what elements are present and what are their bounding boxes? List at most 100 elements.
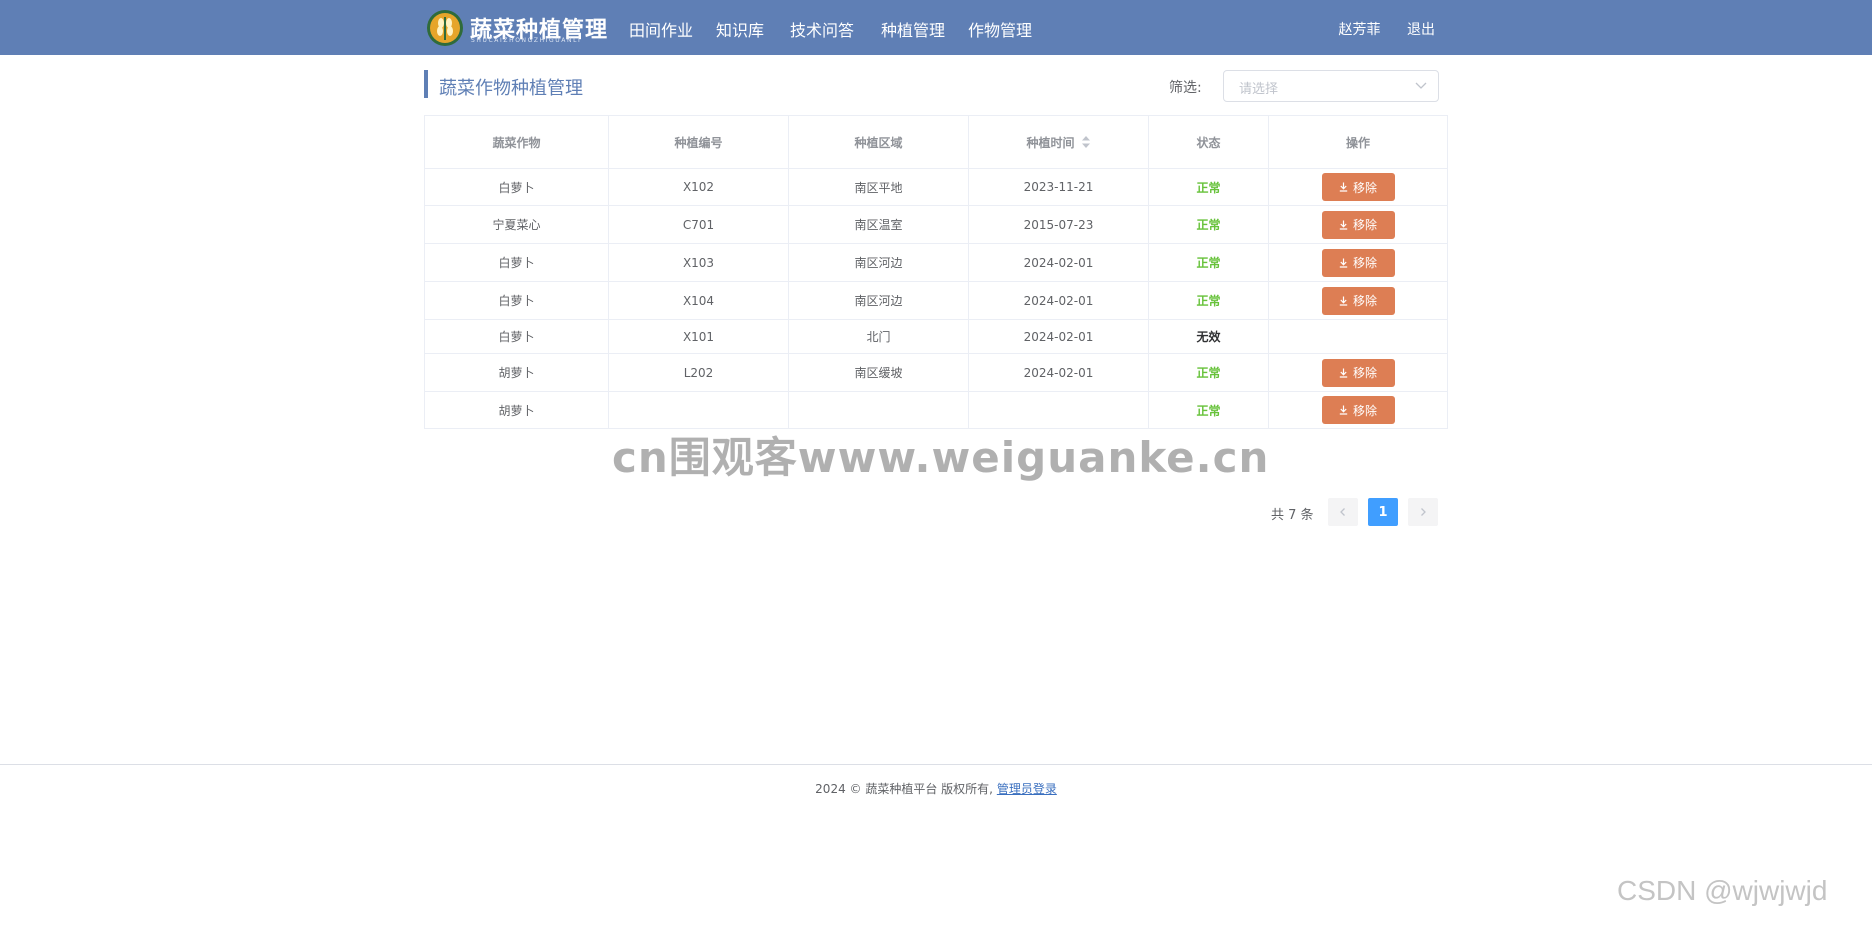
cell-date: 2015-07-23 bbox=[969, 206, 1149, 243]
cell-status: 正常 bbox=[1149, 282, 1269, 319]
cell-status: 无效 bbox=[1149, 320, 1269, 353]
remove-button-label: 移除 bbox=[1352, 403, 1377, 418]
page-title: 蔬菜作物种植管理 bbox=[439, 78, 583, 99]
cell-crop: 白萝卜 bbox=[425, 169, 609, 205]
table-row: 胡萝卜 L202 南区缓坡 2024-02-01 正常 移除 bbox=[425, 354, 1448, 392]
column-header-date-label: 种植时间 bbox=[1026, 135, 1075, 150]
cell-actions: 移除 bbox=[1269, 392, 1448, 428]
cell-actions: 移除 bbox=[1269, 169, 1448, 205]
column-header-status: 状态 bbox=[1149, 116, 1269, 168]
cell-code: L202 bbox=[609, 354, 789, 391]
nav-item-knowledge[interactable]: 知识库 bbox=[716, 17, 764, 41]
cell-date: 2024-02-01 bbox=[969, 354, 1149, 391]
cell-area: 南区河边 bbox=[789, 282, 969, 319]
table-row: 白萝卜 X101 北门 2024-02-01 无效 bbox=[425, 320, 1448, 354]
table-header-row: 蔬菜作物 种植编号 种植区域 种植时间 状态 操作 bbox=[425, 116, 1448, 169]
nav-item-field-work[interactable]: 田间作业 bbox=[629, 17, 693, 41]
nav-item-tech-qa[interactable]: 技术问答 bbox=[790, 17, 854, 41]
cell-crop: 白萝卜 bbox=[425, 282, 609, 319]
top-navbar: 蔬菜种植管理 SHUCAIZHONGZHIGUANLI 田间作业 知识库 技术问… bbox=[0, 0, 1872, 55]
filter-label: 筛选: bbox=[1169, 80, 1202, 96]
cell-actions bbox=[1269, 320, 1448, 353]
remove-button[interactable]: 移除 bbox=[1321, 358, 1395, 387]
nav-item-crops[interactable]: 作物管理 bbox=[968, 17, 1032, 41]
cell-crop: 宁夏菜心 bbox=[425, 206, 609, 243]
cell-code bbox=[609, 392, 789, 428]
status-badge: 正常 bbox=[1196, 218, 1221, 232]
cell-code: X101 bbox=[609, 320, 789, 353]
table-body: 白萝卜 X102 南区平地 2023-11-21 正常 移除 宁夏菜心 C701 南区温室 201… bbox=[425, 169, 1448, 429]
section-header: 蔬菜作物种植管理 筛选: 请选择 bbox=[424, 70, 1448, 102]
logout-link[interactable]: 退出 bbox=[1407, 22, 1435, 38]
cell-date: 2023-11-21 bbox=[969, 169, 1149, 205]
cell-actions: 移除 bbox=[1269, 206, 1448, 243]
remove-button[interactable]: 移除 bbox=[1321, 286, 1395, 315]
cell-date: 2024-02-01 bbox=[969, 320, 1149, 353]
remove-button-label: 移除 bbox=[1352, 256, 1377, 270]
watermark-overlay: cn围观客www.weiguanke.cn bbox=[612, 433, 1270, 482]
cell-crop: 白萝卜 bbox=[425, 244, 609, 281]
status-badge: 正常 bbox=[1196, 256, 1221, 270]
section-accent-bar bbox=[424, 70, 428, 98]
cell-code: X102 bbox=[609, 169, 789, 205]
user-name-link[interactable]: 赵芳菲 bbox=[1339, 22, 1381, 38]
cell-code: C701 bbox=[609, 206, 789, 243]
cell-code: X103 bbox=[609, 244, 789, 281]
download-icon bbox=[1339, 258, 1348, 268]
cell-area: 北门 bbox=[789, 320, 969, 353]
remove-button-label: 移除 bbox=[1352, 180, 1377, 195]
sort-icon[interactable] bbox=[1081, 135, 1091, 149]
site-logo[interactable]: 蔬菜种植管理 SHUCAIZHONGZHIGUANLI bbox=[426, 9, 611, 47]
cell-area: 南区缓坡 bbox=[789, 354, 969, 391]
cell-date: 2024-02-01 bbox=[969, 244, 1149, 281]
csdn-watermark: CSDN @wjwjwjd bbox=[1617, 875, 1828, 906]
cell-area: 南区温室 bbox=[789, 206, 969, 243]
cell-crop: 白萝卜 bbox=[425, 320, 609, 353]
download-icon bbox=[1339, 368, 1348, 378]
filter-placeholder: 请选择 bbox=[1239, 82, 1279, 97]
cell-code: X104 bbox=[609, 282, 789, 319]
status-badge: 正常 bbox=[1196, 294, 1221, 308]
cell-area: 南区河边 bbox=[789, 244, 969, 281]
remove-button[interactable]: 移除 bbox=[1321, 173, 1395, 201]
admin-login-link[interactable]: 管理员登录 bbox=[997, 782, 1057, 796]
footer: 2024 © 蔬菜种植平台 版权所有, 管理员登录 bbox=[0, 780, 1872, 797]
download-icon bbox=[1339, 405, 1348, 415]
cell-status: 正常 bbox=[1149, 392, 1269, 428]
chevron-left-icon bbox=[1340, 508, 1345, 516]
download-icon bbox=[1339, 182, 1348, 192]
next-page-button[interactable] bbox=[1408, 498, 1438, 526]
wheat-logo-icon bbox=[427, 10, 463, 46]
remove-button[interactable]: 移除 bbox=[1321, 248, 1395, 277]
table-row: 白萝卜 X102 南区平地 2023-11-21 正常 移除 bbox=[425, 169, 1448, 206]
cell-crop: 胡萝卜 bbox=[425, 354, 609, 391]
nav-item-planting[interactable]: 种植管理 bbox=[881, 17, 945, 41]
filter-select[interactable]: 请选择 bbox=[1223, 70, 1439, 102]
table-row: 宁夏菜心 C701 南区温室 2015-07-23 正常 移除 bbox=[425, 206, 1448, 244]
cell-date bbox=[969, 392, 1149, 428]
prev-page-button[interactable] bbox=[1328, 498, 1358, 526]
cell-actions: 移除 bbox=[1269, 282, 1448, 319]
status-badge: 正常 bbox=[1196, 180, 1221, 195]
cell-area: 南区平地 bbox=[789, 169, 969, 205]
cell-date: 2024-02-01 bbox=[969, 282, 1149, 319]
column-header-actions: 操作 bbox=[1269, 116, 1448, 168]
footer-copyright: 2024 © 蔬菜种植平台 版权所有, bbox=[815, 782, 993, 796]
table-row: 白萝卜 X103 南区河边 2024-02-01 正常 移除 bbox=[425, 244, 1448, 282]
cell-actions: 移除 bbox=[1269, 354, 1448, 391]
cell-status: 正常 bbox=[1149, 169, 1269, 205]
column-header-code: 种植编号 bbox=[609, 116, 789, 168]
remove-button-label: 移除 bbox=[1352, 294, 1377, 308]
column-header-area: 种植区域 bbox=[789, 116, 969, 168]
page-number-current[interactable]: 1 bbox=[1368, 498, 1398, 526]
cell-actions: 移除 bbox=[1269, 244, 1448, 281]
cell-crop: 胡萝卜 bbox=[425, 392, 609, 428]
remove-button[interactable]: 移除 bbox=[1321, 396, 1395, 424]
remove-button[interactable]: 移除 bbox=[1321, 210, 1395, 239]
table-row: 白萝卜 X104 南区河边 2024-02-01 正常 移除 bbox=[425, 282, 1448, 320]
column-header-date[interactable]: 种植时间 bbox=[969, 116, 1149, 168]
logo-subtitle: SHUCAIZHONGZHIGUANLI bbox=[471, 37, 582, 44]
planting-table: 蔬菜作物 种植编号 种植区域 种植时间 状态 操作 白萝卜 X102 南区平地 202… bbox=[424, 115, 1448, 429]
cell-status: 正常 bbox=[1149, 354, 1269, 391]
user-area: 赵芳菲 退出 bbox=[1317, 19, 1435, 39]
